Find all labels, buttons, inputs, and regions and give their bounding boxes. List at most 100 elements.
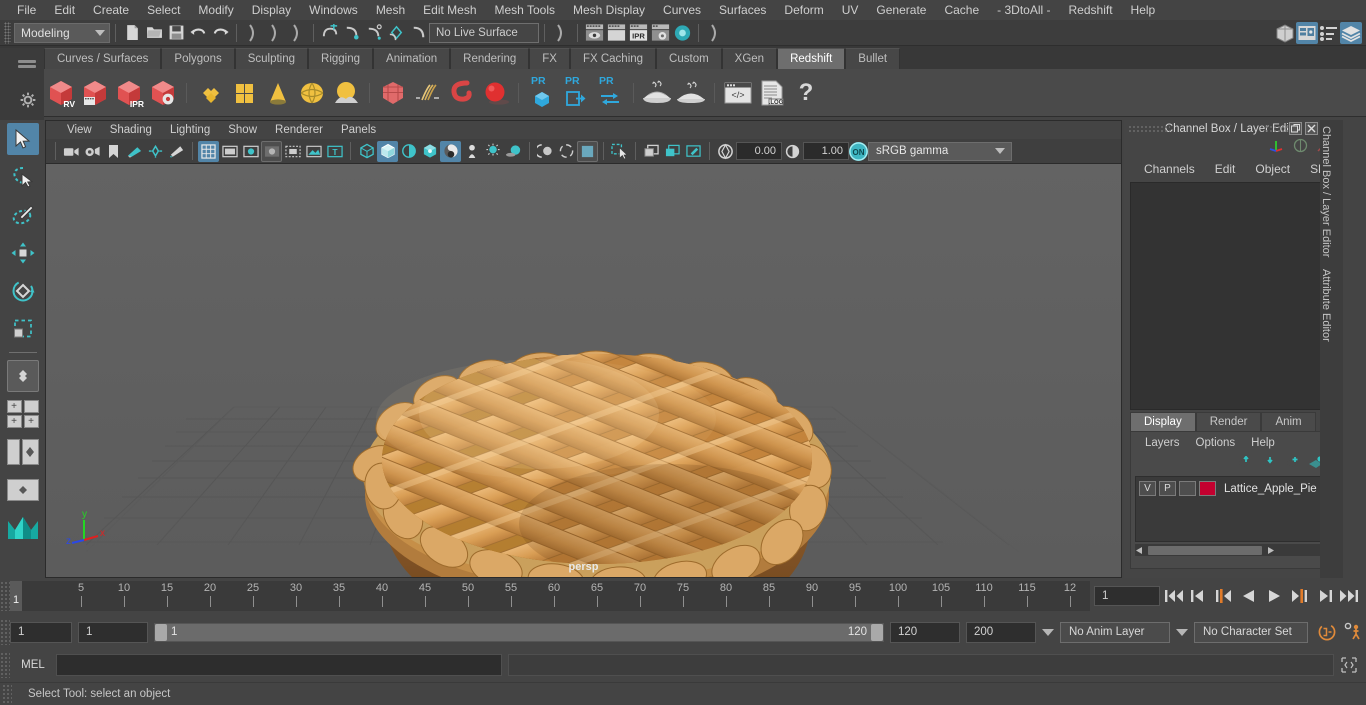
shelf-tab-xgen[interactable]: XGen <box>721 48 778 69</box>
menu-item-curves[interactable]: Curves <box>654 0 710 20</box>
animation-start-field[interactable]: 1 <box>10 621 72 643</box>
shelf-tab-custom[interactable]: Custom <box>656 48 722 69</box>
current-frame-field[interactable]: 1 <box>1094 586 1160 606</box>
shelf-button-redshift-shader-code[interactable]: </> <box>721 73 755 113</box>
select-by-hierarchy-icon[interactable] <box>242 22 264 44</box>
time-slider-track[interactable]: 1 5 10 15 20 25 30 35 40 45 50 55 60 65 70 75 80 85 90 95 1… <box>10 581 1090 611</box>
menu-item-generate[interactable]: Generate <box>867 0 935 20</box>
xray-icon[interactable] <box>440 140 461 162</box>
texture-icon[interactable]: T <box>324 141 345 162</box>
live-surface-field[interactable]: No Live Surface <box>429 22 539 43</box>
menu-item-uv[interactable]: UV <box>833 0 868 20</box>
shelf-button-redshift-render-view[interactable]: RV <box>44 73 78 113</box>
menu-item-file[interactable]: File <box>8 0 45 20</box>
tool-move[interactable] <box>0 234 45 272</box>
range-row-grip[interactable] <box>0 619 10 645</box>
bookmark-icon[interactable] <box>103 141 124 162</box>
gate-mask-icon[interactable] <box>261 140 282 162</box>
sidetab-channel-box-layer-editor[interactable]: Channel Box / Layer Editor <box>1320 120 1332 263</box>
layer-playback-toggle[interactable]: P <box>1159 481 1176 496</box>
channel-menu-channels[interactable]: Channels <box>1134 162 1205 176</box>
snap-to-view-plane-icon[interactable] <box>407 22 429 44</box>
shelf-tab-redshift[interactable]: Redshift <box>777 48 846 69</box>
help-line-grip[interactable] <box>2 684 12 704</box>
shelf-tab-animation[interactable]: Animation <box>373 48 451 69</box>
screen-space-ao-icon[interactable] <box>535 141 556 162</box>
step-forward-keyframe-icon[interactable] <box>1312 585 1335 607</box>
shelf-button-redshift-plane-light[interactable] <box>227 73 261 113</box>
shelf-button-redshift-render-sequence[interactable] <box>78 73 112 113</box>
snap-to-grid-icon[interactable] <box>319 22 341 44</box>
menu-item-windows[interactable]: Windows <box>300 0 367 20</box>
close-icon[interactable] <box>1305 122 1318 135</box>
show-hide-attribute-editor-icon[interactable] <box>1296 21 1318 44</box>
snap-to-curve-icon[interactable] <box>341 22 363 44</box>
shelf-side-grip[interactable] <box>0 48 44 120</box>
viewport-menu-view[interactable]: View <box>58 124 101 136</box>
film-gate-icon[interactable] <box>219 141 240 162</box>
film-origin-icon[interactable] <box>282 141 303 162</box>
motion-blur-icon[interactable] <box>556 141 577 162</box>
status-line-more-icon[interactable] <box>704 22 726 44</box>
history-toggle-icon[interactable] <box>550 22 572 44</box>
shelf-button-redshift-ipr-render[interactable]: IPR <box>112 73 146 113</box>
viewport-menu-lighting[interactable]: Lighting <box>161 124 219 136</box>
shelf-button-redshift-dome-light[interactable] <box>295 73 329 113</box>
layer-name[interactable]: Lattice_Apple_Pie <box>1219 483 1317 495</box>
shelf-button-redshift-bake-pie[interactable] <box>674 73 708 113</box>
shelf-tab-sculpting[interactable]: Sculpting <box>234 48 309 69</box>
menu-item-deform[interactable]: Deform <box>775 0 832 20</box>
step-back-frame-icon[interactable] <box>1212 585 1235 607</box>
select-by-object-icon[interactable] <box>264 22 286 44</box>
shelf-tab-rigging[interactable]: Rigging <box>308 48 374 69</box>
sidetab-attribute-editor[interactable]: Attribute Editor <box>1320 263 1332 348</box>
ipr-render-icon[interactable]: IPR <box>627 22 649 44</box>
undock-icon[interactable] <box>1289 122 1302 135</box>
menu-item-select[interactable]: Select <box>138 0 189 20</box>
resolution-gate-icon[interactable] <box>240 141 261 162</box>
play-forwards-icon[interactable] <box>1262 585 1285 607</box>
layer-row-lattice-apple-pie[interactable]: V P Lattice_Apple_Pie <box>1136 479 1331 498</box>
redo-icon[interactable] <box>209 22 231 44</box>
camera-attributes-icon[interactable] <box>82 141 103 162</box>
script-editor-icon[interactable] <box>1338 657 1360 673</box>
lighting-icon[interactable] <box>482 141 503 162</box>
channel-menu-object[interactable]: Object <box>1245 162 1300 176</box>
menu-item-mesh-display[interactable]: Mesh Display <box>564 0 654 20</box>
gamma-field[interactable]: 1.00 <box>803 142 849 160</box>
shelf-button-redshift-log-file[interactable]: .LOG <box>755 73 789 113</box>
new-scene-icon[interactable] <box>121 22 143 44</box>
menu-item-redshift[interactable]: Redshift <box>1060 0 1122 20</box>
shaded-wireframe-icon[interactable] <box>398 141 419 162</box>
shelf-button-redshift-render-settings[interactable] <box>146 73 180 113</box>
command-line-grip[interactable] <box>0 652 10 678</box>
menu-item-help[interactable]: Help <box>1122 0 1165 20</box>
current-time-indicator[interactable]: 1 <box>10 581 22 611</box>
shelf-tab-polygons[interactable]: Polygons <box>161 48 235 69</box>
range-end-handle[interactable] <box>871 623 883 641</box>
anim-layer-field[interactable]: No Anim Layer <box>1060 621 1170 643</box>
layer-menu-options[interactable]: Options <box>1188 437 1244 449</box>
layout-outliner-persp[interactable] <box>0 433 45 471</box>
command-input[interactable] <box>56 654 502 676</box>
layer-color-swatch[interactable] <box>1199 481 1216 496</box>
exposure-aperture-icon[interactable] <box>715 141 736 162</box>
step-back-keyframe-icon[interactable] <box>1187 585 1210 607</box>
tool-select[interactable] <box>0 120 45 158</box>
color-management-toggle-icon[interactable]: ON <box>849 141 868 161</box>
grid-toggle-icon[interactable] <box>641 141 662 162</box>
range-end-field[interactable]: 120 <box>890 621 960 643</box>
image-plane-icon[interactable] <box>124 141 145 162</box>
film-gate-toggle-icon[interactable] <box>662 141 683 162</box>
tool-paint-select[interactable] <box>0 196 45 234</box>
show-hide-modeling-toolkit-icon[interactable] <box>1274 22 1296 44</box>
layer-tab-render[interactable]: Render <box>1195 412 1262 431</box>
viewport-menu-panels[interactable]: Panels <box>332 124 385 136</box>
layer-list-scrollbar[interactable] <box>1135 544 1332 556</box>
move-layer-up-icon[interactable] <box>1236 455 1252 472</box>
auto-keyframe-icon[interactable] <box>1314 622 1340 642</box>
channel-box-list[interactable] <box>1130 182 1337 410</box>
menu-item-3dtoall[interactable]: - 3DtoAll - <box>988 0 1059 20</box>
select-camera-icon[interactable] <box>61 141 82 162</box>
range-slider[interactable]: 1 120 <box>154 622 884 642</box>
